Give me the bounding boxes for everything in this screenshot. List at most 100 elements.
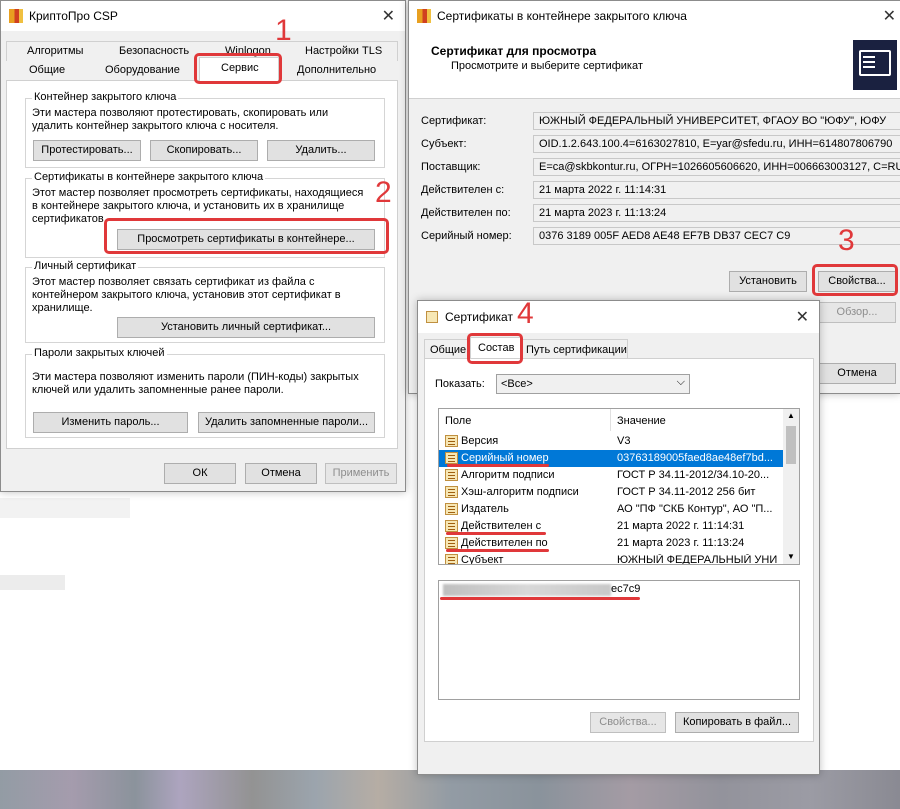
apply-button[interactable]: Применить (325, 463, 397, 484)
csp-titlebar: КриптоПро CSP ✕ (1, 1, 405, 31)
list-item[interactable]: Издатель АО "ПФ "СКБ Контур", АО "П... (439, 501, 783, 518)
value-subject: OID.1.2.643.100.4=6163027810, E=yar@sfed… (533, 135, 900, 153)
group4-title: Пароли закрытых ключей (32, 347, 167, 359)
cancel-button[interactable]: Отмена (245, 463, 317, 484)
group3-title: Личный сертификат (32, 260, 139, 272)
close-icon[interactable]: ✕ (796, 307, 809, 327)
tab-hardware[interactable]: Оборудование (105, 64, 180, 76)
cert-properties-button[interactable]: Свойства... (590, 712, 666, 733)
fields-list[interactable]: Поле Значение Версия V3 Серийный номер 0376… (438, 408, 800, 565)
field-name: Версия (461, 435, 499, 447)
field-document-icon (445, 452, 458, 464)
container-title: Сертификаты в контейнере закрытого ключа (437, 9, 687, 23)
test-button[interactable]: Протестировать... (33, 140, 141, 161)
label-subject: Субъект: (421, 138, 467, 150)
redacted-serial-blur (443, 584, 611, 596)
container-subheader: Просмотрите и выберите сертификат (451, 60, 643, 72)
annotation-box-service-tab (194, 53, 282, 84)
container-cancel-button[interactable]: Отмена (818, 363, 896, 384)
value-certificate: ЮЖНЫЙ ФЕДЕРАЛЬНЫЙ УНИВЕРСИТЕТ, ФГАОУ ВО … (533, 112, 900, 130)
cryptopro-logo-icon (9, 9, 23, 23)
underline-valid-to (446, 549, 549, 552)
container-header: Сертификат для просмотра (431, 44, 597, 58)
annotation-number-3: 3 (838, 224, 855, 257)
certificate-card-icon (853, 40, 897, 90)
col-value-label: Значение (617, 415, 666, 427)
value-issuer: E=ca@skbkontur.ru, ОГРН=1026605606620, И… (533, 158, 900, 176)
field-value: ГОСТ Р 34.11-2012 256 бит (617, 486, 756, 498)
tab-security[interactable]: Безопасность (119, 45, 189, 57)
desktop-blur-1 (0, 498, 130, 518)
label-valid-to: Действителен по: (421, 207, 511, 219)
field-value: 21 марта 2022 г. 11:14:31 (617, 520, 745, 532)
field-name: Издатель (461, 503, 509, 515)
tab-algorithms[interactable]: Алгоритмы (27, 45, 83, 57)
field-value: ГОСТ Р 34.11-2012/34.10-20... (617, 469, 770, 481)
certificate-dialog: Сертификат ✕ Общие Состав Путь сертифика… (417, 300, 820, 775)
cert-tab-general[interactable]: Общие (430, 344, 466, 356)
field-document-icon (445, 503, 458, 515)
column-header-value[interactable]: Значение (611, 409, 783, 431)
annotation-box-properties (812, 264, 898, 296)
field-document-icon (445, 554, 458, 564)
csp-title: КриптоПро CSP (29, 9, 118, 23)
cert-titlebar: Сертификат ✕ (418, 301, 819, 333)
annotation-box-view-certs (104, 218, 389, 254)
show-select[interactable]: <Все> ⌵ (496, 374, 690, 394)
chevron-down-icon: ⌵ (676, 376, 685, 388)
value-valid-from: 21 марта 2022 г. 11:14:31 (533, 181, 900, 199)
field-value: ЮЖНЫЙ ФЕДЕРАЛЬНЫЙ УНИ... (617, 554, 777, 565)
underline-serial-number (447, 464, 549, 467)
annotation-number-4: 4 (517, 297, 534, 330)
browse-button[interactable]: Обзор... (818, 302, 896, 323)
scroll-down-icon[interactable]: ▼ (787, 552, 795, 561)
copy-to-file-button[interactable]: Копировать в файл... (675, 712, 799, 733)
group1-title: Контейнер закрытого ключа (32, 91, 179, 103)
label-certificate: Сертификат: (421, 115, 487, 127)
change-password-button[interactable]: Изменить пароль... (33, 412, 188, 433)
list-scrollbar[interactable]: ▲ ▼ (783, 409, 799, 564)
list-item[interactable]: Субъект ЮЖНЫЙ ФЕДЕРАЛЬНЫЙ УНИ... (439, 552, 783, 565)
field-name: Хэш-алгоритм подписи (461, 486, 579, 498)
scroll-thumb[interactable] (786, 426, 796, 464)
tab-advanced[interactable]: Дополнительно (297, 64, 376, 76)
tab-tls-settings[interactable]: Настройки TLS (305, 45, 382, 57)
close-icon[interactable]: ✕ (883, 6, 896, 26)
tab-general[interactable]: Общие (29, 64, 65, 76)
certificate-icon (426, 311, 438, 323)
label-serial-number: Серийный номер: (421, 230, 512, 242)
field-value: V3 (617, 435, 631, 447)
col-field-label: Поле (445, 415, 472, 427)
field-value: 03763189005faed8ae48ef7bd... (617, 452, 773, 464)
list-item[interactable]: Алгоритм подписи ГОСТ Р 34.11-2012/34.10-… (439, 467, 783, 484)
install-personal-cert-button[interactable]: Установить личный сертификат... (117, 317, 375, 338)
list-item[interactable]: Версия V3 (439, 433, 783, 450)
value-valid-to: 21 марта 2023 г. 11:13:24 (533, 204, 900, 222)
close-icon[interactable]: ✕ (382, 6, 395, 26)
field-name: Серийный номер (461, 452, 549, 464)
group2-title: Сертификаты в контейнере закрытого ключа (32, 171, 266, 183)
annotation-number-2: 2 (375, 176, 392, 209)
ok-button[interactable]: ОК (164, 463, 236, 484)
field-name: Субъект (461, 554, 504, 565)
cert-tab-path[interactable]: Путь сертификации (526, 344, 627, 356)
field-document-icon (445, 435, 458, 447)
field-document-icon (445, 520, 458, 532)
certificate-app-icon (417, 9, 431, 23)
copy-button[interactable]: Скопировать... (150, 140, 258, 161)
list-item[interactable]: Хэш-алгоритм подписи ГОСТ Р 34.11-2012 25… (439, 484, 783, 501)
label-valid-from: Действителен с: (421, 184, 505, 196)
taskbar-blurred (0, 770, 900, 809)
underline-detail-value (440, 597, 640, 600)
scroll-up-icon[interactable]: ▲ (787, 411, 795, 420)
delete-button[interactable]: Удалить... (267, 140, 375, 161)
show-label: Показать: (435, 378, 485, 390)
annotation-number-1: 1 (275, 14, 292, 47)
column-header-field[interactable]: Поле (439, 409, 611, 431)
install-button[interactable]: Установить (729, 271, 807, 292)
detail-text: ec7c9 (611, 583, 641, 595)
field-value: 21 марта 2023 г. 11:13:24 (617, 537, 745, 549)
remove-saved-passwords-button[interactable]: Удалить запомненные пароли... (198, 412, 375, 433)
field-name: Действителен по (461, 537, 548, 549)
field-document-icon (445, 469, 458, 481)
